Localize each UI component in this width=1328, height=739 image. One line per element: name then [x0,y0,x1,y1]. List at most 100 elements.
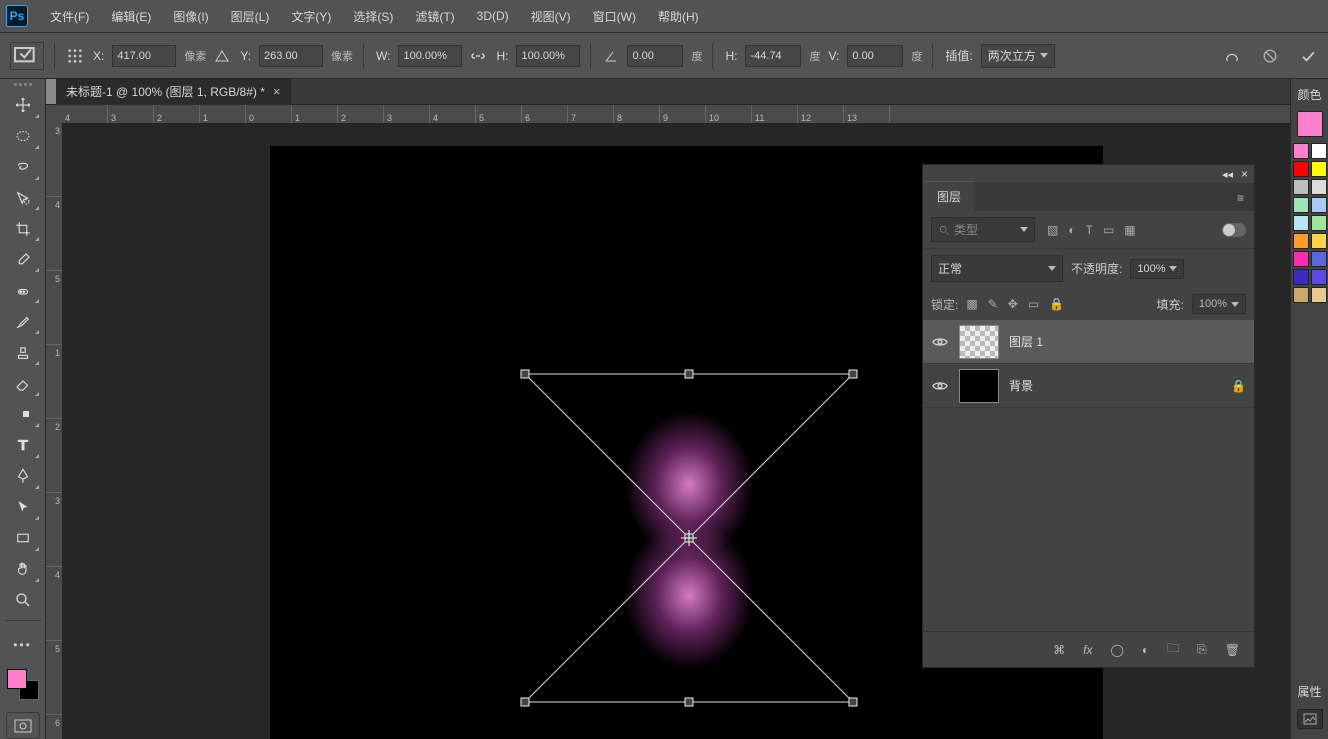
interp-dropdown[interactable]: 两次立方 [981,44,1055,68]
swatch[interactable] [1293,143,1309,159]
filter-image-icon[interactable]: ▧ [1047,223,1058,237]
quick-mask-toggle[interactable] [6,712,40,739]
panel-menu-icon[interactable]: ≡ [1227,185,1254,211]
filter-shape-icon[interactable]: ▭ [1103,223,1114,237]
swatch[interactable] [1293,233,1309,249]
menu-file[interactable]: 文件(F) [40,4,99,29]
menu-edit[interactable]: 编辑(E) [101,4,161,29]
link-icon[interactable] [468,46,488,66]
tool-move[interactable] [5,91,41,120]
filter-adjust-icon[interactable]: ◐ [1068,223,1075,237]
tool-pen[interactable] [5,462,41,491]
fill-input[interactable]: 100% [1192,294,1246,314]
ruler-vertical[interactable]: 345123456789 [46,123,62,739]
ruler-origin[interactable] [46,105,62,123]
tool-rectangle[interactable] [5,524,41,553]
swatch[interactable] [1311,287,1327,303]
group-icon[interactable]: 🗀 [1167,639,1179,660]
menu-layer[interactable]: 图层(L) [221,4,280,29]
menu-window[interactable]: 窗口(W) [583,4,646,29]
swatch[interactable] [1293,215,1309,231]
tool-lasso[interactable] [5,153,41,182]
properties-thumb-icon[interactable] [1297,709,1323,729]
tool-healing[interactable] [5,276,41,305]
filter-toggle[interactable] [1222,223,1246,237]
tool-zoom[interactable] [5,586,41,615]
adjustment-icon[interactable]: ◐ [1142,643,1149,657]
shear-v-input[interactable] [847,45,903,67]
layer-name[interactable]: 背景 [1009,377,1033,394]
swatch[interactable] [1311,161,1327,177]
layer-filter-dropdown[interactable]: 类型 [931,217,1035,242]
delete-layer-icon[interactable]: 🗑 [1225,643,1240,657]
visibility-toggle-icon[interactable] [931,333,949,351]
lock-artboard-icon[interactable]: ▭ [1028,297,1039,311]
mask-icon[interactable]: ◯ [1110,643,1123,657]
color-panel-label[interactable]: 颜色 [1291,79,1328,109]
lock-paint-icon[interactable]: ✎ [988,297,998,311]
swatch[interactable] [1311,269,1327,285]
layer-name[interactable]: 图层 1 [1009,333,1043,350]
collapse-icon[interactable]: ◂◂ [1222,168,1233,181]
new-layer-icon[interactable]: ⎘ [1197,642,1207,657]
layer-row[interactable]: 背景🔒 [923,364,1254,408]
swatch[interactable] [1311,143,1327,159]
reference-point-icon[interactable] [65,46,85,66]
tool-eyedropper[interactable] [5,245,41,274]
tool-path-select[interactable] [5,493,41,522]
filter-type-icon[interactable]: T [1086,223,1093,237]
menu-select[interactable]: 选择(S) [343,4,403,29]
warp-icon[interactable] [1222,46,1242,66]
x-input[interactable] [112,45,176,67]
cancel-icon[interactable] [1260,46,1280,66]
triangle-icon[interactable] [212,46,232,66]
document-tab-close-icon[interactable]: × [273,84,281,99]
lock-transparency-icon[interactable]: ▩ [966,297,977,311]
swatch[interactable] [1311,251,1327,267]
toolbox-drag-handle[interactable] [14,83,32,89]
menu-help[interactable]: 帮助(H) [648,4,709,29]
current-color-swatch[interactable] [1297,111,1323,137]
swatch[interactable] [1293,161,1309,177]
close-panel-icon[interactable]: × [1241,167,1248,181]
menu-view[interactable]: 视图(V) [521,4,581,29]
swatch[interactable] [1293,179,1309,195]
tool-edit-toolbar[interactable]: ••• [5,630,41,659]
fx-icon[interactable]: fx [1083,643,1092,657]
swatch[interactable] [1293,251,1309,267]
h-input[interactable] [516,45,580,67]
rotate-input[interactable] [627,45,683,67]
visibility-toggle-icon[interactable] [931,377,949,395]
lock-position-icon[interactable]: ✥ [1008,297,1018,311]
menu-image[interactable]: 图像(I) [163,4,218,29]
document-tab[interactable]: 未标题-1 @ 100% (图层 1, RGB/8#) * × [56,79,291,105]
w-input[interactable] [398,45,462,67]
layers-tab[interactable]: 图层 [923,181,975,211]
y-input[interactable] [259,45,323,67]
ruler-horizontal[interactable]: 4321012345678910111213 [62,105,1290,123]
tool-quick-select[interactable] [5,184,41,213]
tool-hand[interactable] [5,555,41,584]
tool-gradient[interactable] [5,400,41,429]
swatch[interactable] [1311,215,1327,231]
fg-color-swatch[interactable] [7,669,27,689]
tool-crop[interactable] [5,214,41,243]
layer-thumbnail[interactable] [959,325,999,359]
link-layers-icon[interactable]: ⌘ [1053,643,1065,657]
layer-thumbnail[interactable] [959,369,999,403]
swatch[interactable] [1293,269,1309,285]
fg-bg-swatches[interactable] [7,669,39,700]
swatch[interactable] [1311,197,1327,213]
tool-type[interactable] [5,431,41,460]
swatch[interactable] [1311,179,1327,195]
filter-smart-icon[interactable]: ▦ [1124,223,1135,237]
swatch[interactable] [1293,287,1309,303]
layer-row[interactable]: 图层 1 [923,320,1254,364]
swatch[interactable] [1293,197,1309,213]
menu-type[interactable]: 文字(Y) [281,4,341,29]
blend-mode-dropdown[interactable]: 正常 [931,255,1063,282]
tool-eraser[interactable] [5,369,41,398]
tool-brush[interactable] [5,307,41,336]
menu-filter[interactable]: 滤镜(T) [405,4,464,29]
swatch[interactable] [1311,233,1327,249]
